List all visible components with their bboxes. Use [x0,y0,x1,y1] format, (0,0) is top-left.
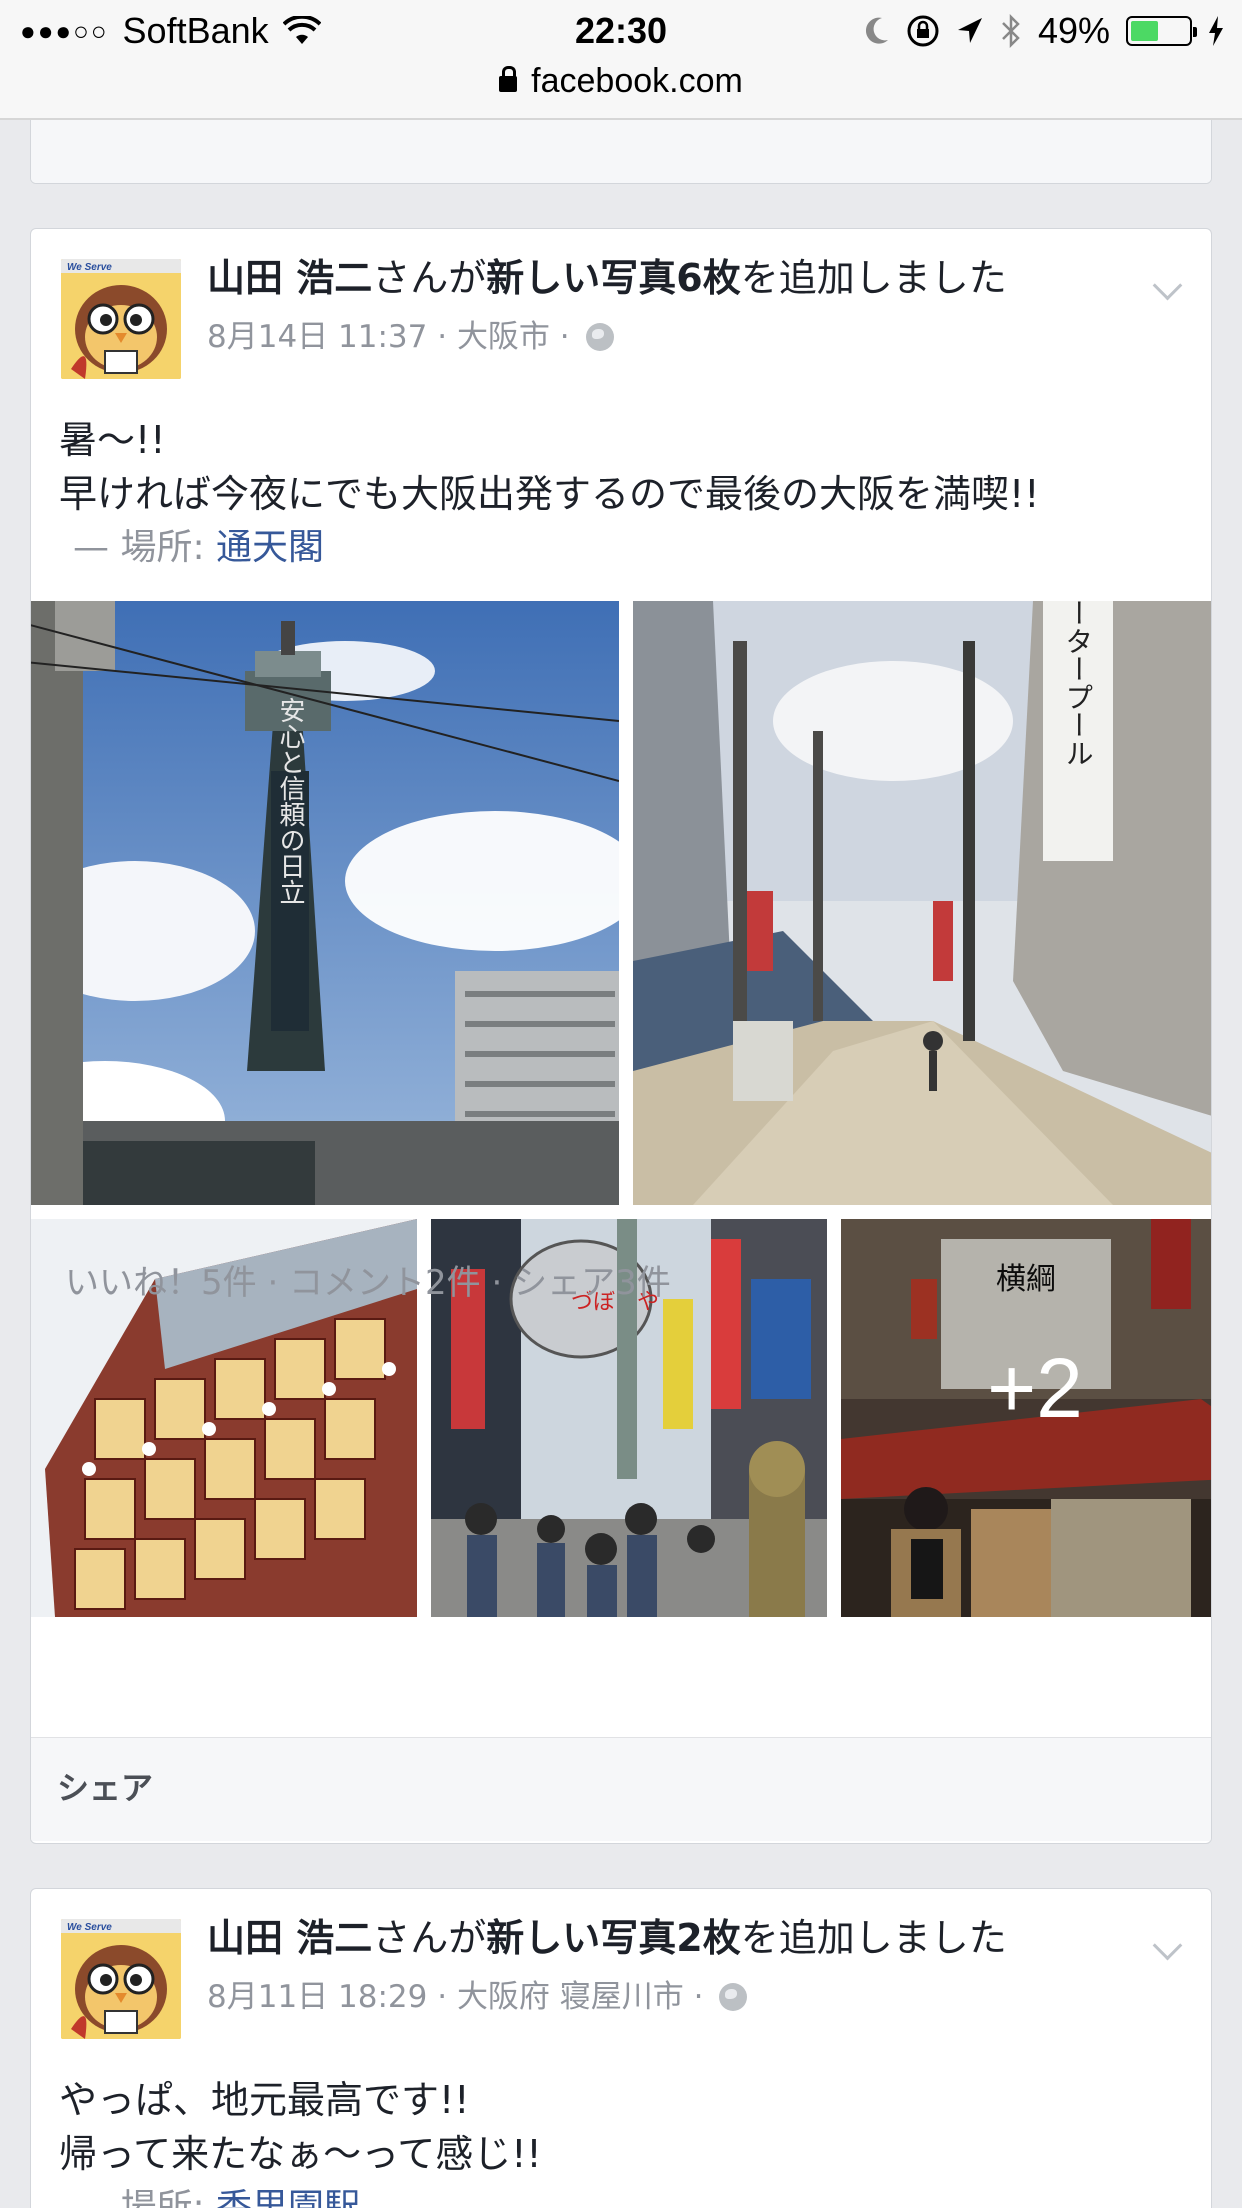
post-timestamp[interactable]: 8月11日 18:29 [207,1979,427,2015]
post-header: 山田 浩二さんが新しい写真2枚を追加しました 8月11日 18:29 · 大阪府… [207,1913,1121,2016]
place-link[interactable]: 通天閣 [216,527,324,568]
post-title: 山田 浩二さんが新しい写真2枚を追加しました [207,1913,1121,1963]
action-text: さんが [372,1916,487,1960]
place-tag: — 場所: 香里園駅 [59,2181,1183,2208]
location-arrow-icon [957,18,982,43]
author-name[interactable]: 山田 浩二 [207,256,372,300]
status-bar: ●●●○○ SoftBank 22:30 49% [0,0,1242,62]
meta-separator: · [427,1979,457,2015]
post-meta: 8月11日 18:29 · 大阪府 寝屋川市 · [207,1971,1121,2016]
place-prefix: — 場所: [73,2187,217,2208]
battery-icon [1126,16,1197,46]
photo-street[interactable]: 毎日モータープール [633,601,1211,1205]
post-card: We Serve 山田 浩二さんが新しい写真2枚を追加しました 8月11日 18… [30,1888,1212,2208]
place-link[interactable]: 香里園駅 [216,2187,360,2208]
svg-text:We Serve: We Serve [67,262,112,273]
meta-separator: · [427,319,457,355]
photo-tower[interactable]: 安心と信頼の日立 [31,601,619,1205]
post-card: We Serve 山田 浩二さんが新しい写真6枚を追加しました 8月14日 11… [30,228,1212,1844]
post-text-line: 早ければ今夜にでも大阪出発するので最後の大阪を満喫!! [59,472,1040,516]
svg-text:We Serve: We Serve [67,1922,112,1933]
more-photos-overlay[interactable]: +2 [841,1219,1211,1617]
avatar[interactable]: We Serve [61,1919,181,2039]
post-text-line: 帰って来たなぁ〜って感じ!! [59,2132,542,2176]
post-title: 山田 浩二さんが新しい写真6枚を追加しました [207,253,1121,303]
moon-icon [865,17,888,44]
photos-link[interactable]: 新しい写真6枚 [486,256,740,300]
url-domain: facebook.com [531,62,743,100]
globe-icon [585,323,614,351]
rotation-lock-icon [907,15,939,47]
lock-icon [499,66,518,92]
svg-text:毎日モータープール: 毎日モータープール [1062,601,1095,767]
globe-icon [719,1983,748,2011]
post-timestamp[interactable]: 8月14日 11:37 [207,319,427,355]
browser-top-bar: ●●●○○ SoftBank 22:30 49% facebook.com [0,0,1242,120]
address-bar[interactable]: facebook.com [0,62,1242,118]
meta-separator: · [549,319,580,355]
post-text-line: やっぱ、地元最高です!! [59,2078,470,2122]
post-location[interactable]: 大阪府 寝屋川市 [457,1979,684,2015]
chevron-down-icon[interactable] [1149,271,1185,307]
post-location[interactable]: 大阪市 [457,319,550,355]
author-name[interactable]: 山田 浩二 [207,1916,372,1960]
battery-level [1131,21,1159,41]
avatar[interactable]: We Serve [61,259,181,379]
battery-percentage: 49% [1037,10,1110,51]
meta-separator: · [683,1979,714,2015]
photo-more[interactable]: 横綱 +2 [841,1219,1211,1617]
post-meta: 8月14日 11:37 · 大阪市 · [207,311,1121,356]
action-text: を追加しました [740,1916,1007,1960]
share-button[interactable]: シェア [31,1737,1211,1841]
post-text-line: 暑〜!! [59,418,166,462]
post-text: やっぱ、地元最高です!! 帰って来たなぁ〜って感じ!! — 場所: 香里園駅 [59,2073,1183,2208]
place-tag: — 場所: 通天閣 [59,521,1183,575]
svg-text:安心と信頼の日立: 安心と信頼の日立 [275,697,305,905]
post-text: 暑〜!! 早ければ今夜にでも大阪出発するので最後の大阪を満喫!! — 場所: 通… [59,413,1183,575]
charging-bolt-icon [1209,16,1223,46]
photos-link[interactable]: 新しい写真2枚 [486,1916,740,1960]
action-text: さんが [372,256,487,300]
engagement-counts[interactable]: いいね！5件 · コメント2件 · シェア3件 [65,1255,671,1304]
action-text: を追加しました [740,256,1007,300]
post-header: 山田 浩二さんが新しい写真6枚を追加しました 8月14日 11:37 · 大阪市… [207,253,1121,356]
photo-grid: 安心と信頼の日立 毎日モータープール づぼらや 横綱 +2 [31,601,1211,1617]
chevron-down-icon[interactable] [1149,1931,1185,1967]
bluetooth-icon [1002,14,1020,48]
place-prefix: — 場所: [73,527,217,568]
